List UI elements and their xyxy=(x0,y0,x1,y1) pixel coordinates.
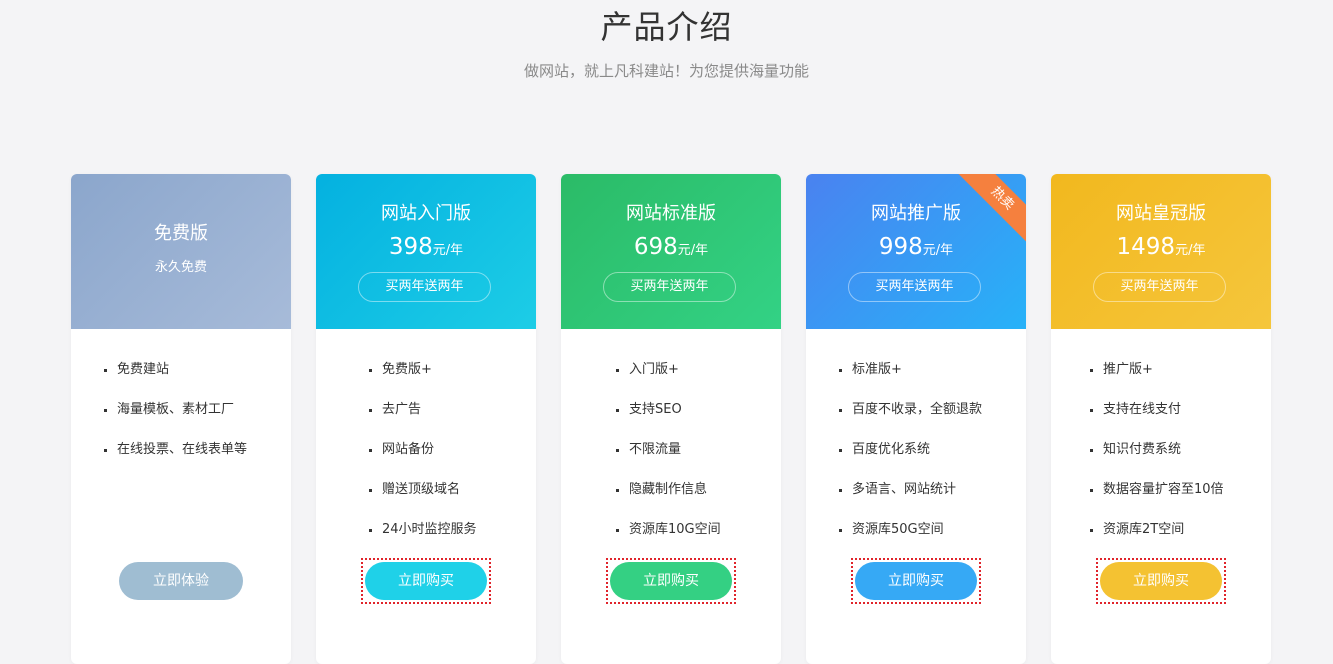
price-unit: 元/年 xyxy=(922,243,954,258)
plan-name: 网站标准版 xyxy=(626,203,716,224)
buy-now-button[interactable]: 立即购买 xyxy=(1100,562,1222,600)
plan-card-promotion: 热卖 网站推广版 998元/年 买两年送两年 标准版+ 百度不收录，全额退款 百… xyxy=(806,174,1026,664)
plan-card-starter: 网站入门版 398元/年 买两年送两年 免费版+ 去广告 网站备份 赠送顶级域名… xyxy=(316,174,536,664)
feature-item: 赠送顶级域名 xyxy=(369,478,536,518)
buy-now-button[interactable]: 立即购买 xyxy=(855,562,977,600)
feature-item: 免费版+ xyxy=(369,358,536,398)
feature-list: 标准版+ 百度不收录，全额退款 百度优化系统 多语言、网站统计 资源库50G空间 xyxy=(806,358,1026,558)
section-title: 产品介绍 xyxy=(600,8,733,46)
price-amount: 1498 xyxy=(1116,234,1176,260)
feature-item: 网站备份 xyxy=(369,438,536,478)
promo-badge: 买两年送两年 xyxy=(1093,272,1226,302)
feature-item: 不限流量 xyxy=(616,438,781,478)
try-now-button[interactable]: 立即体验 xyxy=(119,562,243,600)
buy-now-button[interactable]: 立即购买 xyxy=(610,562,732,600)
price-amount: 398 xyxy=(388,234,433,260)
feature-item: 数据容量扩容至10倍 xyxy=(1090,478,1271,518)
plan-price: 998元/年 xyxy=(806,234,1026,260)
buy-button-focus-outline: 立即购买 xyxy=(606,558,736,604)
buy-button-focus-outline: 立即购买 xyxy=(851,558,981,604)
feature-item: 隐藏制作信息 xyxy=(616,478,781,518)
promo-badge: 买两年送两年 xyxy=(358,272,491,302)
plan-card-standard: 网站标准版 698元/年 买两年送两年 入门版+ 支持SEO 不限流量 隐藏制作… xyxy=(561,174,781,664)
feature-list: 免费建站 海量模板、素材工厂 在线投票、在线表单等 xyxy=(71,358,291,478)
plan-card-header: 热卖 网站推广版 998元/年 买两年送两年 xyxy=(806,174,1026,329)
feature-item: 知识付费系统 xyxy=(1090,438,1271,478)
feature-item: 推广版+ xyxy=(1090,358,1271,398)
feature-item: 百度优化系统 xyxy=(839,438,1026,478)
feature-item: 支持在线支付 xyxy=(1090,398,1271,438)
price-amount: 698 xyxy=(633,234,678,260)
price-unit: 元/年 xyxy=(432,243,464,258)
buy-button-focus-outline: 立即购买 xyxy=(361,558,491,604)
plan-card-free: 免费版 永久免费 免费建站 海量模板、素材工厂 在线投票、在线表单等 立即体验 xyxy=(71,174,291,664)
buy-now-button[interactable]: 立即购买 xyxy=(365,562,487,600)
feature-item: 入门版+ xyxy=(616,358,781,398)
feature-item: 免费建站 xyxy=(104,358,291,398)
plan-subtitle: 永久免费 xyxy=(154,260,207,275)
price-unit: 元/年 xyxy=(677,243,709,258)
plan-card-header: 免费版 永久免费 xyxy=(71,174,291,329)
plan-name: 网站推广版 xyxy=(871,203,961,224)
plan-card-header: 网站入门版 398元/年 买两年送两年 xyxy=(316,174,536,329)
buy-button-focus-outline: 立即购买 xyxy=(1096,558,1226,604)
feature-item: 资源库50G空间 xyxy=(839,518,1026,558)
feature-item: 标准版+ xyxy=(839,358,1026,398)
plan-card-header: 网站标准版 698元/年 买两年送两年 xyxy=(561,174,781,329)
plan-price: 1498元/年 xyxy=(1051,234,1271,260)
promo-badge: 买两年送两年 xyxy=(603,272,736,302)
plan-card-crown: 网站皇冠版 1498元/年 买两年送两年 推广版+ 支持在线支付 知识付费系统 … xyxy=(1051,174,1271,664)
price-unit: 元/年 xyxy=(1175,243,1206,258)
plan-card-header: 网站皇冠版 1498元/年 买两年送两年 xyxy=(1051,174,1271,329)
feature-list: 推广版+ 支持在线支付 知识付费系统 数据容量扩容至10倍 资源库2T空间 xyxy=(1051,358,1271,558)
section-subtitle: 做网站，就上凡科建站！为您提供海量功能 xyxy=(523,62,809,80)
feature-item: 百度不收录，全额退款 xyxy=(839,398,1026,438)
promo-badge: 买两年送两年 xyxy=(848,272,981,302)
feature-item: 去广告 xyxy=(369,398,536,438)
plan-name: 网站皇冠版 xyxy=(1116,203,1206,224)
plan-price: 398元/年 xyxy=(316,234,536,260)
feature-item: 资源库2T空间 xyxy=(1090,518,1271,558)
price-amount: 998 xyxy=(878,234,923,260)
plan-name: 网站入门版 xyxy=(381,203,471,224)
feature-item: 多语言、网站统计 xyxy=(839,478,1026,518)
plan-name: 免费版 xyxy=(154,223,208,244)
feature-list: 免费版+ 去广告 网站备份 赠送顶级域名 24小时监控服务 xyxy=(316,358,536,558)
feature-item: 24小时监控服务 xyxy=(369,518,536,558)
feature-list: 入门版+ 支持SEO 不限流量 隐藏制作信息 资源库10G空间 xyxy=(561,358,781,558)
feature-item: 在线投票、在线表单等 xyxy=(104,438,291,478)
feature-item: 海量模板、素材工厂 xyxy=(104,398,291,438)
feature-item: 支持SEO xyxy=(616,398,781,438)
plan-price: 698元/年 xyxy=(561,234,781,260)
feature-item: 资源库10G空间 xyxy=(616,518,781,558)
